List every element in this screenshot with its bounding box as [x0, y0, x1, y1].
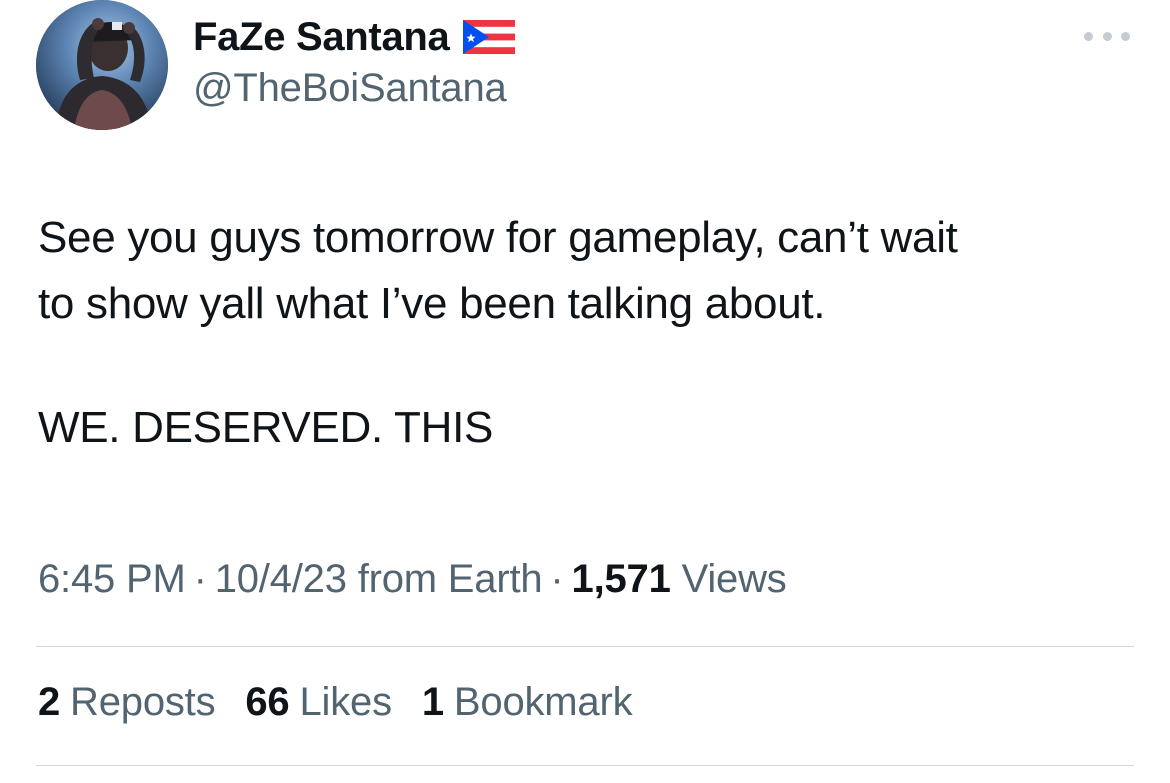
avatar-photo [36, 0, 168, 130]
divider [36, 765, 1134, 766]
tweet-source: from Earth [357, 557, 543, 601]
likes-count: 66 [245, 680, 290, 724]
tweet-text-line: WE. DESERVED. THIS [38, 403, 494, 452]
more-horizontal-icon [1084, 31, 1093, 41]
engagement-stats: 2 Reposts 66 Likes 1 Bookmark [38, 680, 662, 725]
avatar[interactable] [36, 0, 168, 130]
bookmarks-stat[interactable]: 1 Bookmark [422, 680, 633, 725]
author-handle[interactable]: @TheBoiSantana [193, 66, 507, 111]
bookmarks-label: Bookmark [453, 680, 633, 724]
author-name-row[interactable]: FaZe Santana [193, 10, 516, 64]
reposts-count: 2 [38, 680, 61, 724]
more-options-button[interactable] [1084, 28, 1130, 44]
bookmarks-count: 1 [421, 680, 444, 724]
more-horizontal-icon [1121, 31, 1130, 41]
tweet-date: 10/4/23 [214, 557, 347, 601]
meta-separator: · [193, 557, 207, 601]
meta-separator: · [550, 557, 564, 601]
reposts-stat[interactable]: 2 Reposts [38, 680, 216, 725]
views-label: Views [681, 557, 787, 601]
tweet-timestamp-link[interactable]: 6:45 PM · 10/4/23 [38, 557, 347, 601]
tweet-card: FaZe Santana @TheBoiSantana See you guys… [0, 0, 1170, 783]
tweet-text-line: to show yall what I’ve been talking abou… [38, 279, 826, 328]
more-horizontal-icon [1102, 31, 1112, 41]
tweet-text: See you guys tomorrow for gameplay, can’… [38, 205, 1138, 461]
likes-label: Likes [299, 680, 392, 724]
tweet-time: 6:45 PM [38, 557, 186, 601]
display-name[interactable]: FaZe Santana [193, 15, 450, 60]
likes-stat[interactable]: 66 Likes [245, 680, 392, 725]
tweet-meta: 6:45 PM · 10/4/23 from Earth · 1,571 Views [38, 557, 787, 602]
puerto-rico-flag-icon [463, 20, 516, 54]
divider [36, 646, 1134, 647]
reposts-label: Reposts [70, 680, 216, 724]
views-count: 1,571 [571, 557, 671, 601]
tweet-text-line: See you guys tomorrow for gameplay, can’… [38, 213, 958, 262]
